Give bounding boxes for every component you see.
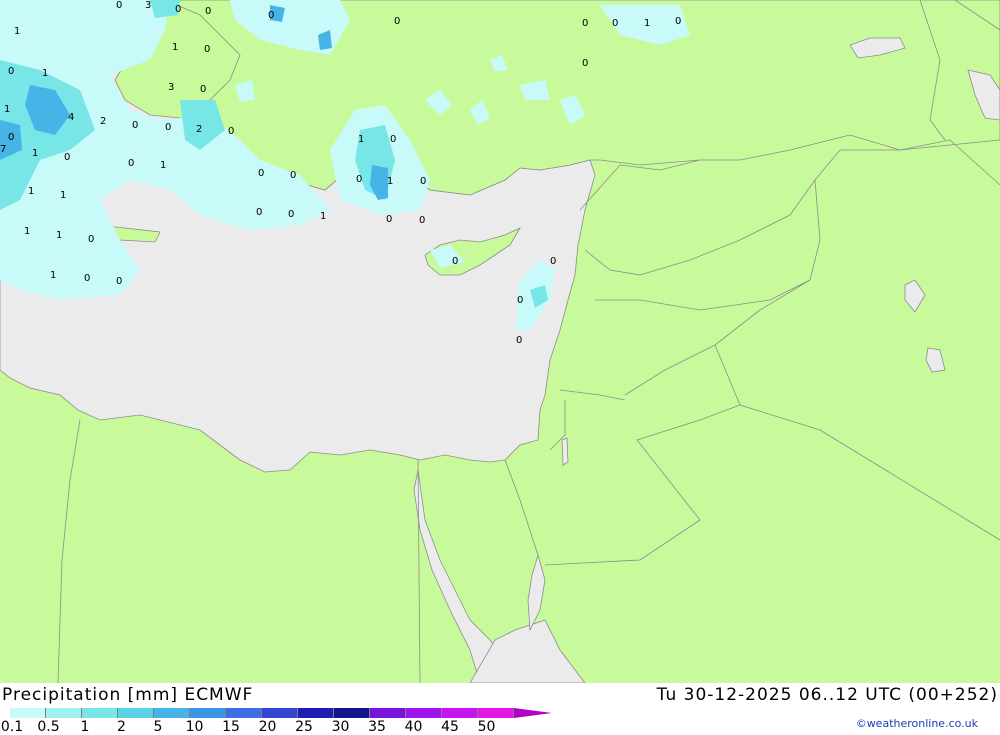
map-value: 0 [116,0,122,11]
legend-swatch [226,708,262,718]
map-value: 0 [582,58,588,69]
map-value: 1 [644,18,650,29]
legend-swatch [406,708,442,718]
map-value: 2 [196,124,202,135]
map-value: 0 [390,134,396,145]
legend-swatch [442,708,478,718]
map-value: 1 [160,160,166,171]
map-title: Precipitation [mm] ECMWF [2,685,254,705]
color-scale [10,708,552,718]
map-value: 0 [550,256,556,267]
map-value: 3 [168,82,174,93]
map-value: 1 [14,26,20,37]
legend-swatch [190,708,226,718]
map-value: 0 [205,6,211,17]
legend-swatch [46,708,82,718]
legend-swatch [298,708,334,718]
map-value: 0 [288,209,294,220]
dead-sea [561,437,569,466]
map-value: 0 [582,18,588,29]
map-value: 0 [675,16,681,27]
map-value: 0 [268,10,274,21]
map-value: 0 [64,152,70,163]
legend-swatch [82,708,118,718]
map-value: 1 [28,186,34,197]
legend-footer: Precipitation [mm] ECMWF Tu 30-12-2025 0… [0,683,1000,735]
legend-arrow [514,708,552,718]
map-value: 0 [386,214,392,225]
legend-swatch [118,708,154,718]
map-value: 1 [50,270,56,281]
legend-swatch [10,708,46,718]
map-value: 1 [358,134,364,145]
legend-swatch [154,708,190,718]
map-value: 0 [132,120,138,131]
map-value: 0 [420,176,426,187]
map-value: 0 [204,44,210,55]
map-value: 1 [60,190,66,201]
map-value: 1 [4,104,10,115]
map-value: 3 [145,0,151,11]
map-value: 0 [452,256,458,267]
map-value: 0 [8,66,14,77]
map-value: 0 [516,335,522,346]
map-value: 0 [419,215,425,226]
map-value: 1 [320,211,326,222]
map-value: 0 [88,234,94,245]
map-value: 1 [387,176,393,187]
map-value: 1 [42,68,48,79]
valid-time: Tu 30-12-2025 06..12 UTC (00+252) [656,685,998,705]
map-value: 0 [200,84,206,95]
legend-swatch [262,708,298,718]
map-value: 1 [56,230,62,241]
map-value: 0 [356,174,362,185]
map-value: 1 [32,148,38,159]
map-value: 2 [100,116,106,127]
map-value: 0 [290,170,296,181]
map-value: 4 [68,112,74,123]
precipitation-map: 0 3 0 0 0 1 0 0 1 0 0 0 1 0 0 3 0 1 1 4 … [0,0,1000,683]
map-value: 0 [175,4,181,15]
map-value: 1 [24,226,30,237]
map-value: 0 [258,168,264,179]
map-value: 0 [8,132,14,143]
map-value: 0 [612,18,618,29]
map-value: 7 [0,144,6,155]
map-value: 0 [228,126,234,137]
legend-swatch [370,708,406,718]
credit-link[interactable]: ©weatheronline.co.uk [856,717,978,730]
map-value: 1 [172,42,178,53]
legend-swatch [478,708,514,718]
map-value: 0 [128,158,134,169]
map-value: 0 [256,207,262,218]
map-value: 0 [165,122,171,133]
map-value: 0 [116,276,122,287]
map-value: 0 [84,273,90,284]
map-value: 0 [517,295,523,306]
legend-swatch [334,708,370,718]
map-value: 0 [394,16,400,27]
